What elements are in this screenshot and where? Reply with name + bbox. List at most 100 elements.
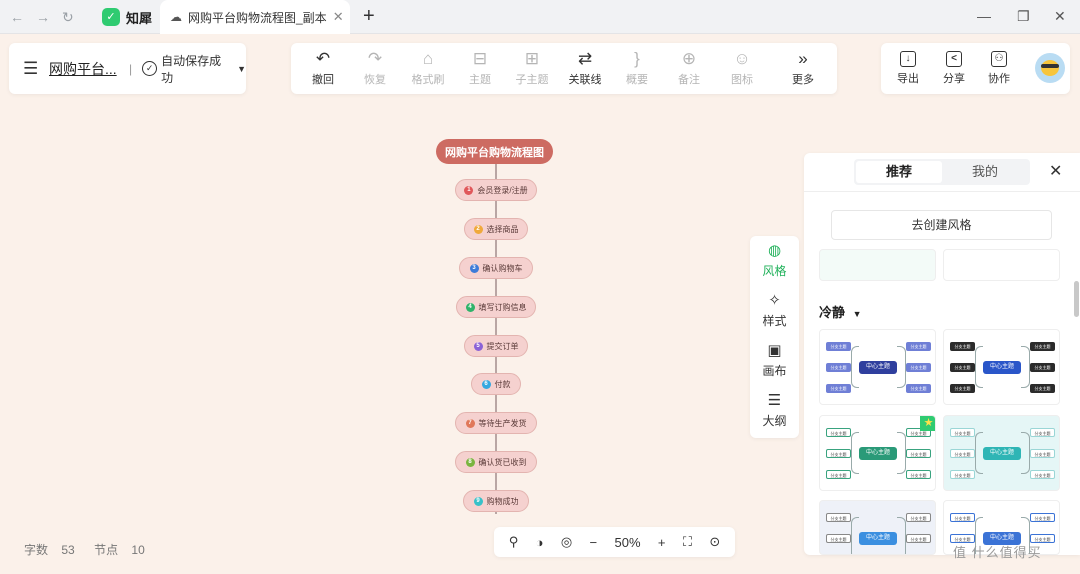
- toolbar-label: 主题: [469, 74, 491, 86]
- zoom-out-button[interactable]: −: [590, 535, 598, 550]
- fit-screen-icon[interactable]: ⛶: [683, 534, 692, 550]
- restore-icon[interactable]: ❐: [1017, 8, 1030, 24]
- style-thumbnail[interactable]: 中心主题 分支主题 分支主题 分支主题 分支主题 分支主题 分支主题: [943, 329, 1060, 405]
- thumb-branch-topic: 分支主题: [950, 513, 975, 522]
- style-thumbnail[interactable]: [819, 249, 936, 281]
- toolbar-redo-button[interactable]: ↷ 恢复: [349, 43, 401, 94]
- menu-icon[interactable]: ☰: [23, 59, 49, 79]
- side-tab-label: 样式: [762, 314, 787, 328]
- toolbar-label: 图标: [731, 74, 753, 86]
- thumb-branch-topic: 分支主题: [826, 513, 851, 522]
- avatar[interactable]: [1035, 53, 1065, 83]
- side-tabs: ◍ 风格 ✧ 样式 ▣ 画布 ☰ 大纲: [750, 236, 799, 438]
- toolbar-undo-button[interactable]: ↶ 撤回: [297, 43, 349, 94]
- more-options-icon[interactable]: ⊙: [709, 534, 720, 550]
- panel-tabs: 推荐 我的: [854, 159, 1030, 185]
- document-tab-title: 网购平台购物流程图_副本: [188, 10, 327, 25]
- undo-icon: ↶: [315, 49, 331, 68]
- panel-scrollbar[interactable]: [1074, 281, 1079, 317]
- toolbar-summary-button[interactable]: } 概要: [611, 43, 663, 94]
- avatar-face: [1041, 60, 1059, 76]
- share-button[interactable]: < 分享: [931, 43, 977, 94]
- style-thumbnail[interactable]: 中心主题 分支主题 分支主题 分支主题 分支主题 分支主题 分支主题: [819, 329, 936, 405]
- thumb-branch-topic: 分支主题: [950, 428, 975, 437]
- mindmap-node[interactable]: 5 提交订单: [464, 335, 528, 357]
- thumb-branch-topic: 分支主题: [950, 449, 975, 458]
- thumb-branch-topic: 分支主题: [906, 449, 931, 458]
- search-icon[interactable]: ⚲: [509, 534, 519, 550]
- note-icon: ⊕: [681, 49, 697, 68]
- mindmap-root-node[interactable]: 网购平台购物流程图: [436, 139, 553, 164]
- save-status[interactable]: ✓ 自动保存成功 ▼: [142, 52, 246, 86]
- zhixi-logo-icon: ✓: [102, 8, 120, 26]
- thumb-center-topic: 中心主题: [983, 361, 1021, 374]
- file-name[interactable]: 网购平台...: [49, 59, 121, 79]
- style-thumbnail[interactable]: 中心主题 分支主题 分支主题 分支主题 分支主题 分支主题 分支主题 ★: [819, 415, 936, 491]
- side-tab-label: 风格: [762, 264, 787, 278]
- caret-down-icon: ▼: [852, 309, 862, 319]
- collaborate-icon: ⚇: [991, 51, 1007, 67]
- locate-icon[interactable]: ◎: [561, 534, 572, 550]
- theme-toggle-icon[interactable]: ◑: [536, 535, 544, 550]
- side-tab-outline[interactable]: ☰ 大纲: [750, 386, 799, 436]
- style-thumbnail[interactable]: 中心主题 分支主题 分支主题 分支主题 分支主题 分支主题 分支主题: [943, 415, 1060, 491]
- style-thumbnail[interactable]: 中心主题 分支主题 分支主题 分支主题 分支主题: [819, 500, 936, 555]
- window-close-icon[interactable]: ✕: [1054, 8, 1066, 24]
- toolbar-format-brush-button[interactable]: ⌂ 格式刷: [402, 43, 454, 94]
- mindmap-node[interactable]: 6 付款: [471, 373, 521, 395]
- thumb-center-topic: 中心主题: [859, 532, 897, 545]
- mindmap-node[interactable]: 1 会员登录/注册: [455, 179, 537, 201]
- zoom-level[interactable]: 50%: [615, 535, 641, 550]
- style-thumbnail[interactable]: [943, 249, 1060, 281]
- thumb-connector: [897, 517, 906, 554]
- close-tab-icon[interactable]: ✕: [333, 9, 344, 25]
- mindmap-node[interactable]: 3 确认购物车: [459, 257, 533, 279]
- thumb-branch-topic: 分支主题: [950, 342, 975, 351]
- toolbar-topic-button[interactable]: ⊟ 主题: [454, 43, 506, 94]
- thumb-branch-topic: 分支主题: [826, 363, 851, 372]
- minimize-icon[interactable]: —: [977, 8, 991, 24]
- reload-icon[interactable]: ↻: [62, 9, 74, 25]
- toolbar-more-button[interactable]: » 更多: [777, 43, 829, 94]
- node-number-badge: 4: [465, 302, 475, 312]
- toolbar-label: 导出: [897, 73, 919, 85]
- mindmap-node[interactable]: 4 填写订购信息: [456, 296, 536, 318]
- side-tab-canvas[interactable]: ▣ 画布: [750, 336, 799, 386]
- toolbar-label: 格式刷: [411, 74, 445, 86]
- panel-close-icon[interactable]: ✕: [1049, 161, 1062, 181]
- node-label: 等待生产发货: [478, 418, 527, 428]
- thumb-connector: [897, 346, 906, 388]
- back-icon[interactable]: ←: [10, 9, 24, 25]
- section-title-calm[interactable]: 冷静 ▼: [819, 302, 862, 321]
- redo-icon: ↷: [367, 49, 383, 68]
- mindmap-node[interactable]: 9 购物成功: [463, 490, 529, 512]
- toolbar-relation-line-button[interactable]: ⇄ 关联线: [559, 43, 611, 94]
- tab-mine[interactable]: 我的: [942, 161, 1028, 183]
- caret-down-icon: ▼: [237, 63, 246, 74]
- mindmap-node[interactable]: 2 选择商品: [464, 218, 528, 240]
- node-number-badge: 7: [465, 418, 475, 428]
- document-tab[interactable]: ☁ 网购平台购物流程图_副本 ✕: [160, 0, 350, 34]
- new-tab-icon[interactable]: +: [363, 5, 375, 27]
- toolbar-emoji-button[interactable]: ☺ 图标: [716, 43, 768, 94]
- forward-icon[interactable]: →: [36, 9, 50, 25]
- toolbar-note-button[interactable]: ⊕ 备注: [663, 43, 715, 94]
- format-brush-icon: ⌂: [422, 49, 434, 68]
- export-button[interactable]: ↓ 导出: [885, 43, 931, 94]
- mindmap-node[interactable]: 8 确认货已收到: [455, 451, 537, 473]
- side-tab-palette[interactable]: ◍ 风格: [750, 236, 799, 286]
- side-tab-style[interactable]: ✧ 样式: [750, 286, 799, 336]
- export-icon: ↓: [900, 51, 916, 67]
- thumb-connector: [975, 346, 983, 388]
- toolbar-subtopic-button[interactable]: ⊞ 子主题: [506, 43, 558, 94]
- thumb-branch-topic: 分支主题: [906, 513, 931, 522]
- create-style-button[interactable]: 去创建风格: [831, 210, 1052, 240]
- thumb-connector: [851, 346, 859, 388]
- word-count-label: 字数: [24, 543, 49, 557]
- zoom-in-button[interactable]: +: [658, 535, 666, 550]
- tab-recommended[interactable]: 推荐: [856, 161, 942, 183]
- app-tab[interactable]: ✓ 知犀: [92, 0, 160, 34]
- thumb-branch-topic: 分支主题: [1030, 513, 1055, 522]
- mindmap-node[interactable]: 7 等待生产发货: [455, 412, 537, 434]
- collaborate-button[interactable]: ⚇ 协作: [976, 43, 1022, 94]
